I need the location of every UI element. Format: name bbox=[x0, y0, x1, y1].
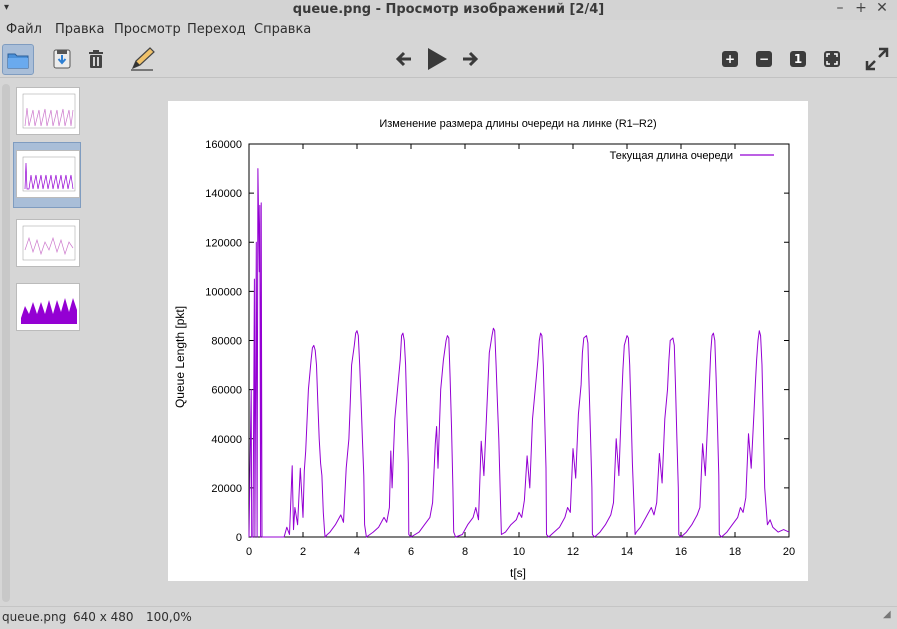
x-tick-label: 0 bbox=[246, 546, 252, 558]
x-tick-label: 6 bbox=[408, 546, 414, 558]
x-tick-label: 8 bbox=[462, 546, 468, 558]
zoom-fit-button[interactable] bbox=[821, 49, 843, 69]
fullscreen-button[interactable] bbox=[863, 46, 891, 72]
zoom-fit-icon bbox=[824, 51, 840, 67]
menu-go[interactable]: Переход bbox=[187, 22, 246, 37]
thumbnail-1[interactable] bbox=[16, 87, 80, 135]
thumbnail-3-preview bbox=[22, 225, 76, 261]
x-tick-label: 2 bbox=[300, 546, 306, 558]
slideshow-button[interactable] bbox=[423, 46, 451, 72]
next-button[interactable] bbox=[458, 48, 482, 70]
displayed-image: Изменение размера длины очереди на линке… bbox=[168, 101, 808, 581]
legend-label: Текущая длина очереди bbox=[610, 150, 733, 162]
zoom-in-icon: + bbox=[722, 51, 738, 67]
sidebar-scrollbar[interactable] bbox=[2, 84, 10, 602]
y-tick-label: 140000 bbox=[205, 188, 242, 200]
resize-grip-icon[interactable]: ◢ bbox=[883, 609, 891, 620]
menu-file[interactable]: Файл bbox=[6, 22, 42, 37]
zoom-out-button[interactable]: − bbox=[753, 49, 775, 69]
status-dimensions: 640 x 480 bbox=[73, 610, 134, 624]
thumbnail-4-preview bbox=[21, 298, 77, 324]
chart-title: Изменение размера длины очереди на линке… bbox=[379, 118, 656, 130]
y-tick-label: 80000 bbox=[211, 336, 242, 348]
x-tick-label: 12 bbox=[567, 546, 579, 558]
y-tick-label: 60000 bbox=[211, 385, 242, 397]
arrow-right-icon bbox=[463, 51, 479, 67]
zoom-100-icon: 1 bbox=[790, 51, 806, 67]
thumbnail-4[interactable] bbox=[16, 283, 80, 331]
arrow-left-icon bbox=[395, 51, 411, 67]
thumbnail-sidebar bbox=[0, 78, 82, 606]
zoom-out-icon: − bbox=[756, 51, 772, 67]
close-icon[interactable]: ✕ bbox=[874, 0, 890, 16]
zoom-in-button[interactable]: + bbox=[719, 49, 741, 69]
open-folder-button[interactable] bbox=[2, 44, 34, 75]
status-bar: queue.png 640 x 480 100,0% ◢ bbox=[0, 606, 897, 629]
window-title: queue.png - Просмотр изображений [2/4] bbox=[292, 2, 605, 17]
thumbnail-2[interactable] bbox=[16, 150, 80, 198]
fullscreen-icon bbox=[865, 47, 889, 71]
x-tick-label: 10 bbox=[513, 546, 525, 558]
previous-button[interactable] bbox=[392, 48, 416, 70]
menu-help[interactable]: Справка bbox=[254, 22, 311, 37]
queue-chart: Изменение размера длины очереди на линке… bbox=[173, 118, 795, 580]
menu-edit[interactable]: Правка bbox=[55, 22, 104, 37]
x-tick-label: 20 bbox=[783, 546, 795, 558]
x-tick-label: 16 bbox=[675, 546, 687, 558]
y-tick-label: 20000 bbox=[211, 483, 242, 495]
delete-button[interactable] bbox=[84, 47, 108, 71]
toolbar: + − 1 bbox=[0, 42, 897, 78]
y-tick-label: 100000 bbox=[205, 286, 242, 298]
play-icon bbox=[428, 48, 447, 70]
maximize-icon[interactable]: + bbox=[853, 0, 869, 16]
y-tick-label: 40000 bbox=[211, 434, 242, 446]
x-tick-label: 4 bbox=[354, 546, 360, 558]
thumbnail-2-preview bbox=[22, 156, 76, 192]
image-viewer: Изменение размера длины очереди на линке… bbox=[82, 78, 897, 606]
y-tick-label: 160000 bbox=[205, 139, 242, 151]
y-tick-label: 120000 bbox=[205, 237, 242, 249]
thumbnail-3[interactable] bbox=[16, 219, 80, 267]
status-filename: queue.png bbox=[2, 610, 67, 624]
trash-icon bbox=[89, 50, 103, 68]
save-button[interactable] bbox=[50, 47, 74, 71]
series-line bbox=[248, 168, 790, 538]
folder-icon bbox=[7, 53, 29, 68]
save-icon bbox=[53, 49, 71, 69]
menu-bar: Файл Правка Просмотр Переход Справка bbox=[0, 20, 897, 42]
y-tick-label: 0 bbox=[236, 532, 242, 544]
x-tick-label: 18 bbox=[729, 546, 741, 558]
x-tick-label: 14 bbox=[621, 546, 633, 558]
minimize-icon[interactable]: – bbox=[832, 0, 848, 16]
window-titlebar: ▾ queue.png - Просмотр изображений [2/4]… bbox=[0, 0, 897, 20]
status-zoom: 100,0% bbox=[146, 610, 192, 624]
edit-icon bbox=[131, 47, 155, 71]
thumbnail-1-preview bbox=[22, 93, 76, 129]
menu-view[interactable]: Просмотр bbox=[114, 22, 181, 37]
edit-button[interactable] bbox=[128, 45, 158, 73]
chart-ylabel: Queue Length [pkt] bbox=[173, 306, 187, 408]
chart-xlabel: t[s] bbox=[510, 566, 526, 580]
chart-frame bbox=[248, 143, 790, 538]
zoom-100-button[interactable]: 1 bbox=[787, 49, 809, 69]
